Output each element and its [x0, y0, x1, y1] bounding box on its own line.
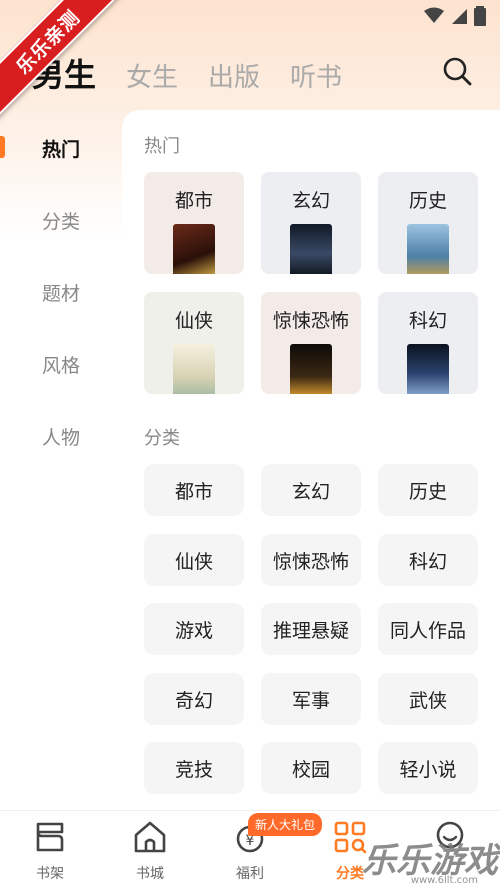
signal-icon	[452, 9, 467, 24]
tab-publish[interactable]: 出版	[208, 57, 260, 94]
book-cover-image	[407, 344, 449, 394]
section-title-hot: 热门	[144, 136, 180, 157]
section-title-category: 分类	[144, 428, 180, 449]
nav-bookstore[interactable]: 书城	[110, 819, 190, 883]
side-nav: 热门 分类 题材 风格 人物	[0, 112, 122, 472]
hot-card-label: 惊悚恐怖	[272, 310, 349, 332]
book-cover-image	[173, 344, 215, 394]
nav-label: 书架	[36, 866, 64, 882]
book-cover-image	[290, 224, 332, 274]
category-pill[interactable]: 科幻	[378, 534, 478, 586]
nav-bookshelf[interactable]: 书架	[10, 819, 90, 883]
category-pill[interactable]: 同人作品	[378, 603, 478, 655]
hot-card-scifi[interactable]: 科幻	[378, 292, 478, 394]
book-cover-image	[290, 344, 332, 394]
category-pill[interactable]: 奇幻	[144, 673, 244, 725]
category-pill[interactable]: 竞技	[144, 742, 244, 794]
side-item-character[interactable]: 人物	[0, 400, 122, 472]
tab-audiobook[interactable]: 听书	[290, 57, 342, 94]
new-user-gift-badge[interactable]: 新人大礼包	[248, 813, 323, 836]
category-pill[interactable]: 推理悬疑	[261, 603, 361, 655]
hot-card-label: 玄幻	[291, 190, 330, 212]
bookshelf-icon	[36, 822, 64, 852]
category-pill[interactable]: 仙侠	[144, 534, 244, 586]
bottom-nav: 书架 书城 ¥ 福利 新人大礼包 分类 我的 乐乐游戏 www.6ll	[0, 810, 500, 888]
hot-grid: 都市 玄幻 历史 仙侠 惊悚恐怖 科幻	[144, 172, 478, 394]
hot-card-label: 历史	[408, 190, 447, 212]
category-pill[interactable]: 惊悚恐怖	[261, 534, 361, 586]
hot-card-horror[interactable]: 惊悚恐怖	[261, 292, 361, 394]
home-icon	[134, 821, 166, 853]
side-item-hot[interactable]: 热门	[0, 112, 122, 184]
category-pill[interactable]: 游戏	[144, 603, 244, 655]
nav-label: 书城	[136, 866, 164, 882]
battery-icon	[474, 6, 486, 26]
category-pill[interactable]: 武侠	[378, 673, 478, 725]
wifi-icon	[424, 7, 444, 23]
side-item-style[interactable]: 风格	[0, 328, 122, 400]
content-panel: 热门 都市 玄幻 历史 仙侠 惊悚恐怖 科幻 分类 都市 玄幻 历史 仙侠 惊悚…	[122, 110, 500, 810]
book-cover-image	[173, 224, 215, 274]
hot-card-label: 都市	[174, 190, 213, 212]
hot-card-urban[interactable]: 都市	[144, 172, 244, 274]
side-item-theme[interactable]: 题材	[0, 256, 122, 328]
category-pill[interactable]: 校园	[261, 742, 361, 794]
hot-card-fantasy[interactable]: 玄幻	[261, 172, 361, 274]
category-grid: 都市 玄幻 历史 仙侠 惊悚恐怖 科幻 游戏 推理悬疑 同人作品 奇幻 军事 武…	[144, 464, 478, 814]
tab-female[interactable]: 女生	[126, 57, 178, 94]
hot-card-history[interactable]: 历史	[378, 172, 478, 274]
book-cover-image	[407, 224, 449, 274]
category-pill[interactable]: 玄幻	[261, 464, 361, 516]
category-pill[interactable]: 轻小说	[378, 742, 478, 794]
top-tabs: 男生 女生 出版 听书	[32, 50, 372, 96]
side-item-category[interactable]: 分类	[0, 184, 122, 256]
category-pill[interactable]: 军事	[261, 673, 361, 725]
category-pill[interactable]: 历史	[378, 464, 478, 516]
hot-card-xianxia[interactable]: 仙侠	[144, 292, 244, 394]
category-pill[interactable]: 都市	[144, 464, 244, 516]
search-icon[interactable]	[442, 56, 472, 86]
hot-card-label: 科幻	[408, 310, 447, 332]
nav-label: 福利	[236, 866, 264, 882]
hot-card-label: 仙侠	[174, 310, 213, 332]
site-watermark-url: www.6llt.com	[410, 875, 478, 886]
